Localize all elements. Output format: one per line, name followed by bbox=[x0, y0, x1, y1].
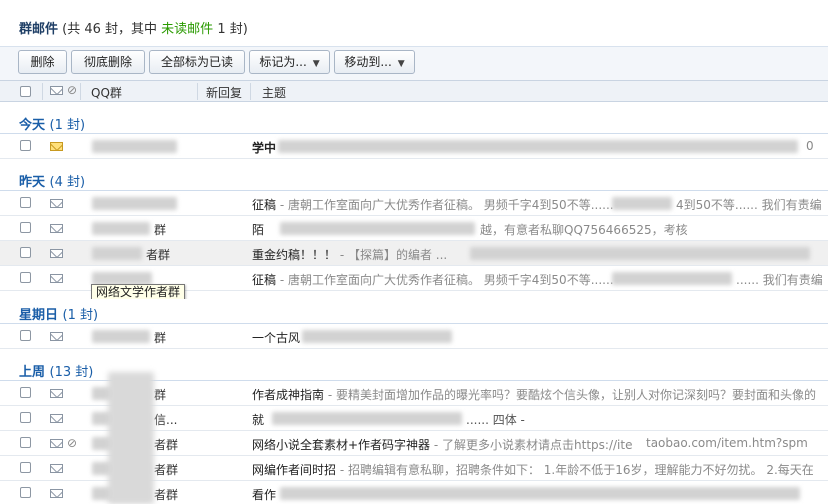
envelope-icon bbox=[50, 332, 63, 341]
row-tail: 0 bbox=[806, 139, 814, 153]
mark-as-dropdown[interactable]: 标记为... ▼ bbox=[249, 50, 330, 74]
row-subject-text: 征稿 bbox=[252, 273, 277, 287]
group-count: (4 封) bbox=[49, 175, 86, 190]
list-item[interactable]: 征稿 - 唐朝工作室面向广大优秀作者征稿。 男频千字4到50不等...... 4… bbox=[0, 191, 828, 216]
row-checkbox[interactable] bbox=[20, 247, 31, 258]
row-sender: 群 bbox=[154, 223, 167, 237]
delete-button[interactable]: 删除 bbox=[18, 50, 67, 74]
row-subject-text: 征稿 bbox=[252, 198, 277, 212]
row-subject-text: 就 bbox=[252, 413, 265, 427]
group-count: (1 封) bbox=[62, 308, 99, 323]
row-subject-text: 一个古风 bbox=[252, 331, 301, 345]
row-tail: 4到50不等...... 我们有责编 bbox=[676, 198, 822, 212]
count-suffix: 1 封) bbox=[213, 22, 248, 37]
row-sender: 者群 bbox=[146, 248, 171, 262]
row-sender: 群 bbox=[154, 388, 167, 402]
group-yesterday: 昨天 (4 封) bbox=[0, 166, 828, 192]
row-summary: - 招聘编辑有意私聊，招聘条件如下： 1.年龄不低于16岁，理解能力不好勿扰。 … bbox=[336, 463, 814, 477]
attachment-icon: ⊘ bbox=[67, 83, 78, 97]
row-checkbox[interactable] bbox=[20, 272, 31, 283]
row-subject-text: 陌 bbox=[252, 223, 265, 237]
move-to-dropdown[interactable]: 移动到... ▼ bbox=[334, 50, 415, 74]
envelope-icon bbox=[50, 224, 63, 233]
move-to-label: 移动到... bbox=[344, 55, 392, 69]
folder-name: 群邮件 bbox=[19, 22, 59, 37]
group-count: (13 封) bbox=[49, 365, 94, 380]
mark-all-read-button[interactable]: 全部标为已读 bbox=[149, 50, 245, 74]
row-checkbox[interactable] bbox=[20, 222, 31, 233]
row-subject-text: 网编作者间时招 bbox=[252, 463, 337, 477]
row-sender: 者群 bbox=[154, 463, 179, 477]
group-count: (1 封) bbox=[49, 118, 86, 133]
row-subject-text: 作者成神指南 bbox=[252, 388, 325, 402]
row-tail: 越，有意者私聊QQ756466525，考核 bbox=[480, 223, 688, 237]
delete-permanently-button[interactable]: 彻底删除 bbox=[71, 50, 145, 74]
row-checkbox[interactable] bbox=[20, 437, 31, 448]
list-item[interactable]: 学中 0 bbox=[0, 134, 828, 159]
list-item[interactable]: 者群 重金约稿！！！ - 【探篇】的编者 ... bbox=[0, 241, 828, 266]
unread-link[interactable]: 未读邮件 bbox=[161, 22, 213, 37]
envelope-icon bbox=[50, 274, 63, 283]
row-summary: - 唐朝工作室面向广大优秀作者征稿。 男频千字4到50不等...... bbox=[276, 273, 614, 287]
mark-as-label: 标记为... bbox=[259, 55, 307, 69]
group-label: 星期日 bbox=[19, 308, 59, 323]
row-checkbox[interactable] bbox=[20, 462, 31, 473]
column-header: ⊘ QQ群 新回复 主题 bbox=[0, 80, 828, 102]
attachment-icon: ⊘ bbox=[67, 436, 78, 450]
row-checkbox[interactable] bbox=[20, 140, 31, 151]
folder-title: 群邮件 (共 46 封，其中 未读邮件 1 封) bbox=[19, 18, 248, 37]
envelope-icon bbox=[50, 86, 63, 95]
row-checkbox[interactable] bbox=[20, 387, 31, 398]
row-sender: 者群 bbox=[154, 438, 179, 452]
row-checkbox[interactable] bbox=[20, 197, 31, 208]
envelope-icon bbox=[50, 389, 63, 398]
group-sunday: 星期日 (1 封) bbox=[0, 299, 828, 325]
group-today: 今天 (1 封) bbox=[0, 109, 828, 135]
group-label: 今天 bbox=[19, 118, 46, 133]
column-new-reply[interactable]: 新回复 bbox=[206, 84, 242, 101]
group-label: 昨天 bbox=[19, 175, 46, 190]
column-group[interactable]: QQ群 bbox=[91, 84, 122, 101]
envelope-icon bbox=[50, 199, 63, 208]
row-sender: 者群 bbox=[154, 488, 179, 502]
group-label: 上周 bbox=[19, 365, 46, 380]
row-subject-text: 重金约稿！！！ bbox=[252, 248, 337, 262]
count-prefix: (共 46 封，其中 bbox=[62, 22, 162, 37]
row-subject-text: 学中 bbox=[252, 141, 277, 155]
row-summary: - 要精美封面增加作品的曝光率吗？要酷炫个信头像，让别人对你记深刻吗？要封面和头… bbox=[324, 388, 816, 402]
row-checkbox[interactable] bbox=[20, 412, 31, 423]
list-item[interactable]: 群 一个古风 bbox=[0, 324, 828, 349]
row-summary: - 了解更多小说素材请点击https://ite bbox=[430, 438, 633, 452]
row-tail: ...... 四体 - bbox=[466, 413, 525, 427]
envelope-icon bbox=[50, 249, 63, 258]
row-summary: - 【探篇】的编者 ... bbox=[336, 248, 448, 262]
action-toolbar: 删除 彻底删除 全部标为已读 标记为... ▼ 移动到... ▼ bbox=[0, 46, 828, 80]
chevron-down-icon: ▼ bbox=[397, 59, 405, 69]
envelope-icon bbox=[50, 489, 63, 498]
row-tail: ...... 我们有责编 bbox=[736, 273, 823, 287]
envelope-icon bbox=[50, 439, 63, 448]
row-subject: 网编作者间时招 - 招聘编辑有意私聊，招聘条件如下： 1.年龄不低于16岁，理解… bbox=[252, 461, 828, 478]
envelope-icon bbox=[50, 414, 63, 423]
row-summary: - 唐朝工作室面向广大优秀作者征稿。 男频千字4到50不等...... bbox=[276, 198, 614, 212]
mail-header: 群邮件 (共 46 封，其中 未读邮件 1 封) bbox=[0, 0, 828, 46]
row-subject: 作者成神指南 - 要精美封面增加作品的曝光率吗？要酷炫个信头像，让别人对你记深刻… bbox=[252, 386, 828, 403]
row-subject-text: 网络小说全套素材+作者码字神器 bbox=[252, 438, 431, 452]
select-all-checkbox[interactable] bbox=[20, 86, 31, 97]
row-sender: 信... bbox=[154, 413, 178, 427]
row-checkbox[interactable] bbox=[20, 487, 31, 498]
chevron-down-icon: ▼ bbox=[312, 59, 320, 69]
row-subject-text: 看作 bbox=[252, 488, 277, 502]
list-item[interactable]: 群 陌 越，有意者私聊QQ756466525，考核 bbox=[0, 216, 828, 241]
row-checkbox[interactable] bbox=[20, 330, 31, 341]
column-subject[interactable]: 主题 bbox=[262, 84, 286, 101]
row-tail: taobao.com/item.htm?spm bbox=[646, 436, 808, 450]
envelope-unread-icon bbox=[50, 142, 63, 151]
row-sender: 群 bbox=[154, 331, 167, 345]
envelope-icon bbox=[50, 464, 63, 473]
